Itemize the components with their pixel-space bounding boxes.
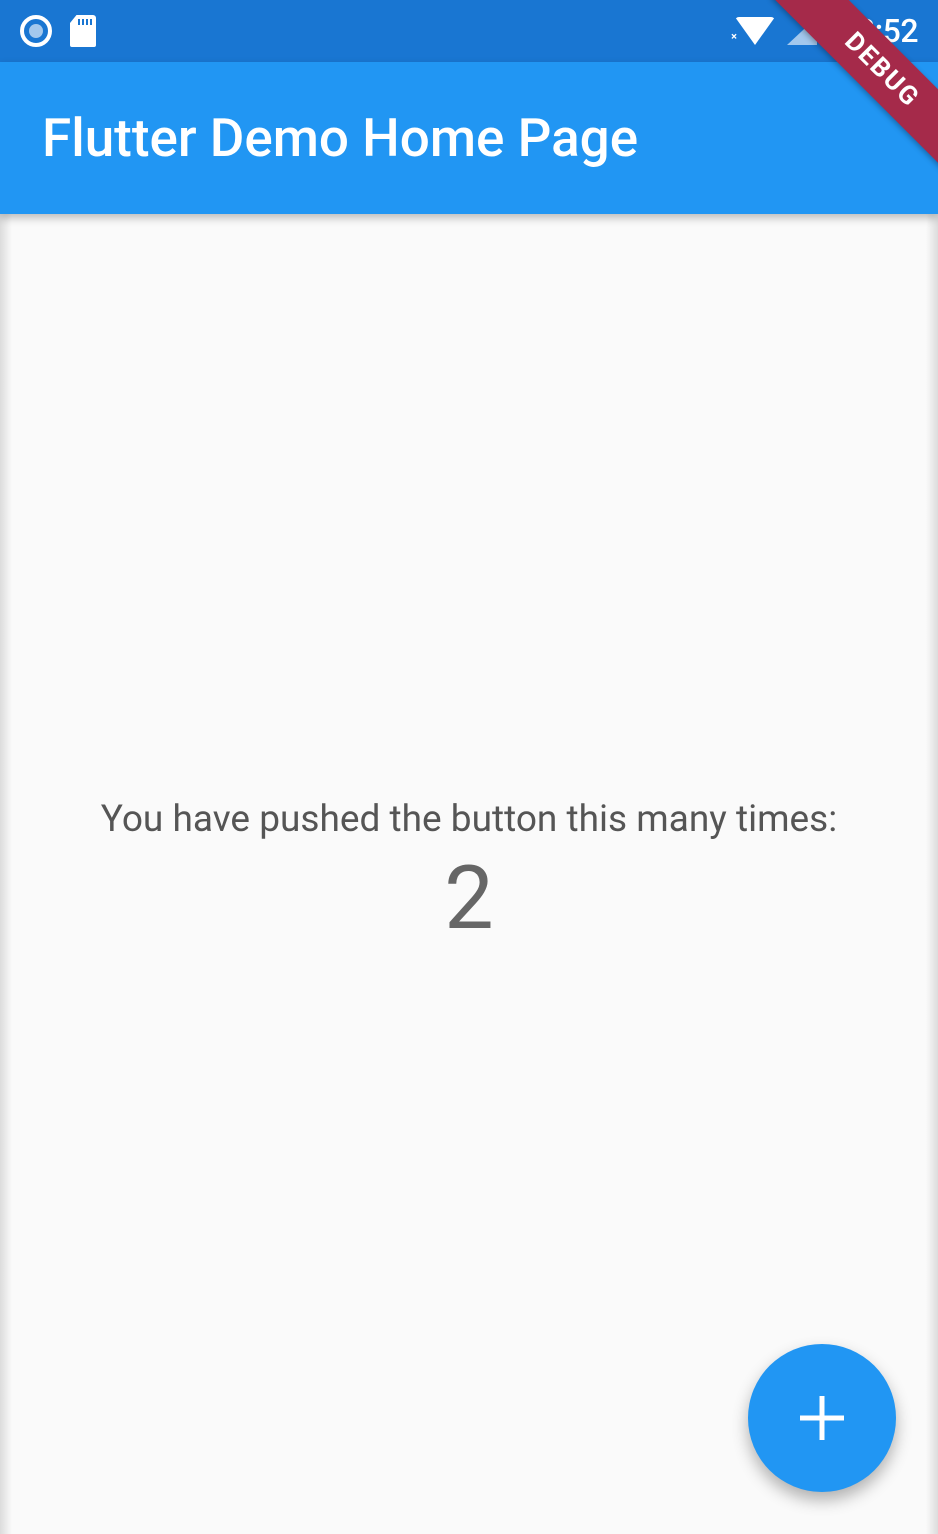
increment-fab[interactable]: [748, 1344, 896, 1492]
sd-card-icon: [70, 15, 96, 47]
status-left-icons: [20, 15, 96, 47]
counter-label: You have pushed the button this many tim…: [101, 798, 837, 841]
page-title: Flutter Demo Home Page: [42, 107, 638, 169]
notification-circle-icon: [20, 15, 52, 47]
counter-value: 2: [444, 847, 493, 950]
add-icon: [800, 1396, 844, 1440]
wifi-icon: ×: [735, 17, 775, 45]
app-bar: Flutter Demo Home Page: [0, 62, 938, 214]
scaffold-body: You have pushed the button this many tim…: [0, 214, 938, 1534]
